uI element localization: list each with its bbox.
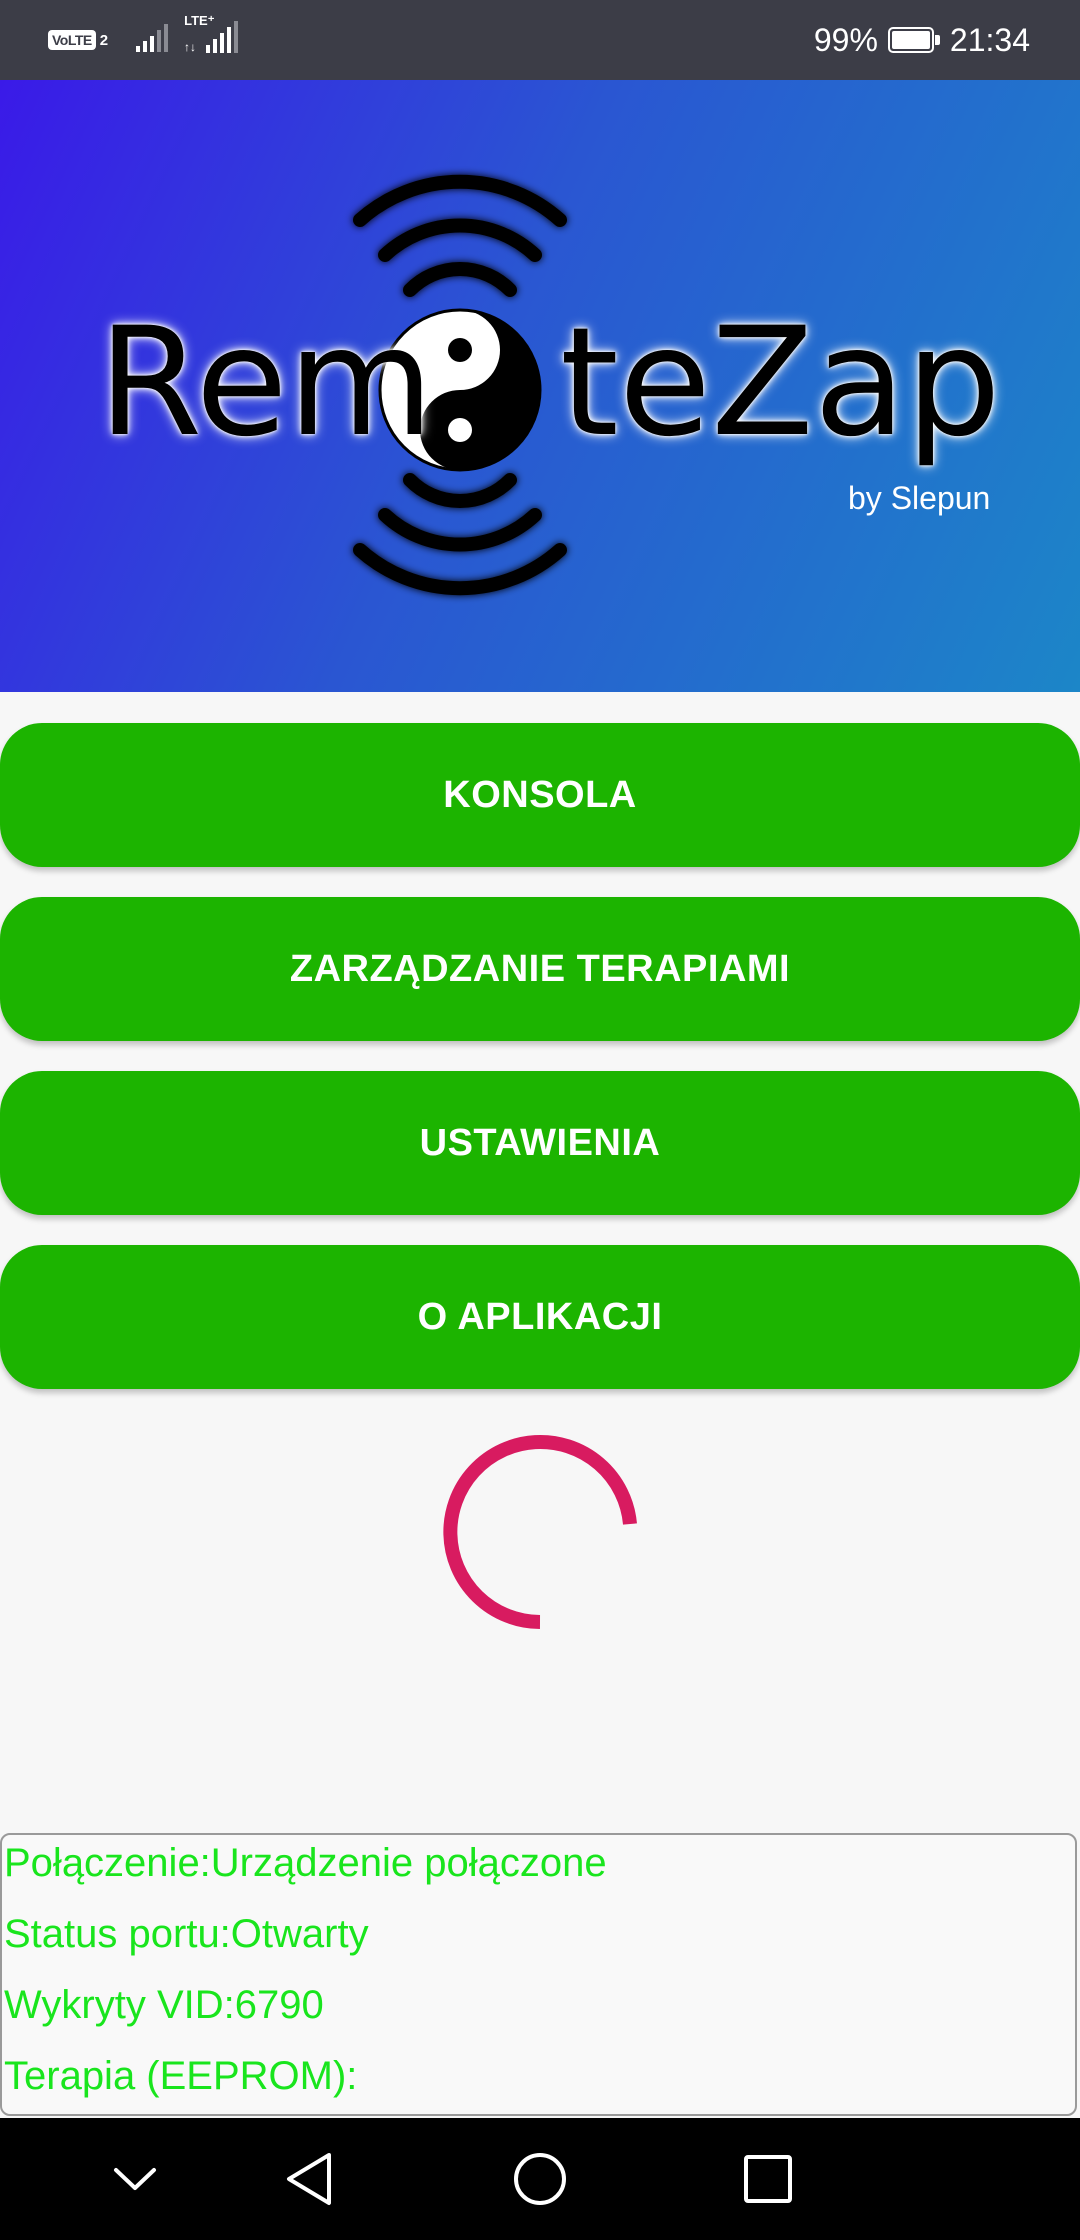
- battery-icon: [887, 27, 940, 53]
- battery-percent: 99%: [813, 21, 878, 58]
- connection-status-panel: Połączenie:Urządzenie połączone Status p…: [0, 1833, 1077, 2116]
- port-status-line: Status portu:Otwarty: [4, 1912, 369, 1956]
- lte-label: LTE⁺: [184, 13, 215, 28]
- home-icon[interactable]: [505, 2144, 575, 2214]
- sim-number: 2: [99, 31, 109, 49]
- about-app-button-label: O APLIKACJI: [417, 1295, 663, 1338]
- volte-label: VoLTE: [48, 30, 96, 50]
- signal-strength-icon: [136, 24, 172, 56]
- chevron-down-icon[interactable]: [100, 2144, 170, 2214]
- therapy-management-button-label: ZARZĄDZANIE TERAPIAMI: [289, 947, 791, 990]
- settings-button-label: USTAWIENIA: [419, 1121, 661, 1164]
- about-app-button[interactable]: O APLIKACJI: [0, 1245, 1080, 1389]
- status-bar-right: 99% 21:34: [814, 20, 1030, 60]
- settings-button[interactable]: USTAWIENIA: [0, 1071, 1080, 1215]
- svg-text:↑↓: ↑↓: [184, 40, 196, 54]
- therapy-management-button[interactable]: ZARZĄDZANIE TERAPIAMI: [0, 897, 1080, 1041]
- lte-signal-icon: LTE⁺ ↑↓: [182, 13, 246, 59]
- loading-spinner: [443, 1435, 637, 1629]
- volte-indicator: VoLTE 2: [48, 27, 108, 53]
- app-banner: Rem teZap by Slepun: [0, 80, 1080, 692]
- clock: 21:34: [949, 21, 1030, 58]
- therapy-eeprom-line: Terapia (EEPROM):: [4, 2054, 358, 2098]
- status-bar-left: VoLTE 2 LTE⁺ ↑↓: [48, 13, 246, 59]
- status-bar: VoLTE 2 LTE⁺ ↑↓ 99% 21:34: [0, 0, 1080, 80]
- detected-vid-line: Wykryty VID:6790: [4, 1983, 324, 2027]
- recents-icon[interactable]: [733, 2144, 803, 2214]
- konsola-button-label: KONSOLA: [443, 773, 637, 816]
- back-icon[interactable]: [274, 2144, 344, 2214]
- konsola-button[interactable]: KONSOLA: [0, 723, 1080, 867]
- navigation-bar: [0, 2118, 1080, 2240]
- logo-text-right: teZap: [560, 296, 1001, 470]
- connection-status-line: Połączenie:Urządzenie połączone: [4, 1841, 607, 1885]
- byline: by Slepun: [848, 480, 991, 516]
- logo-text-left: Rem: [98, 296, 434, 470]
